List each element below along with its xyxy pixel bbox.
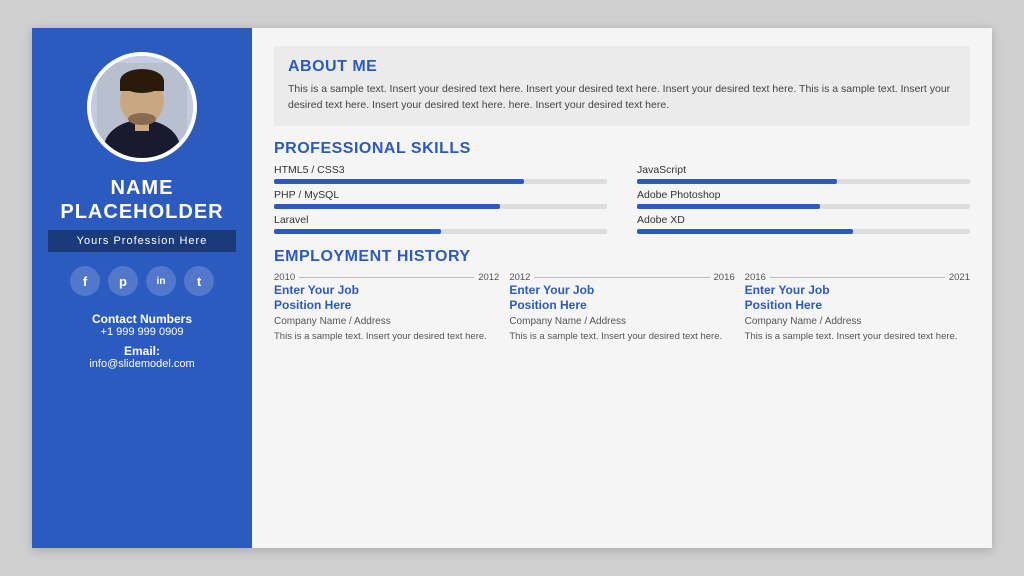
- emp-line: [299, 277, 474, 278]
- skill-item: HTML5 / CSS3: [274, 164, 607, 184]
- resume-wrapper: NAME PLACEHOLDER Yours Profession Here f…: [32, 28, 992, 548]
- about-title: ABOUT ME: [288, 58, 956, 76]
- pinterest-icon[interactable]: p: [108, 266, 138, 296]
- skill-bar-fill: [637, 179, 837, 184]
- skills-grid: HTML5 / CSS3 JavaScript PHP / MySQL Adob…: [274, 164, 970, 234]
- avatar: [87, 52, 197, 162]
- skill-bar-fill: [637, 204, 820, 209]
- facebook-icon[interactable]: f: [70, 266, 100, 296]
- about-text: This is a sample text. Insert your desir…: [288, 82, 956, 114]
- emp-desc: This is a sample text. Insert your desir…: [745, 330, 970, 343]
- contact-label: Contact Numbers: [92, 312, 192, 326]
- about-section: ABOUT ME This is a sample text. Insert y…: [274, 46, 970, 126]
- emp-title: Enter Your JobPosition Here: [274, 283, 499, 314]
- emp-date-end: 2021: [949, 272, 970, 283]
- skill-label: HTML5 / CSS3: [274, 164, 607, 176]
- emp-company: Company Name / Address: [274, 316, 499, 327]
- skill-item: PHP / MySQL: [274, 189, 607, 209]
- skill-bar-fill: [274, 204, 500, 209]
- skill-label: Adobe Photoshop: [637, 189, 970, 201]
- employment-title: EMPLOYMENT HISTORY: [274, 248, 970, 266]
- skills-section: PROFESSIONAL SKILLS HTML5 / CSS3 JavaScr…: [274, 140, 970, 234]
- linkedin-icon[interactable]: in: [146, 266, 176, 296]
- skill-label: JavaScript: [637, 164, 970, 176]
- contact-phone: +1 999 999 0909: [101, 326, 184, 338]
- emp-title: Enter Your JobPosition Here: [745, 283, 970, 314]
- skill-bar-bg: [637, 179, 970, 184]
- employment-col: 2010 2012 Enter Your JobPosition Here Co…: [274, 272, 499, 343]
- emp-dates: 2016 2021: [745, 272, 970, 283]
- emp-line: [534, 277, 709, 278]
- emp-date-start: 2016: [745, 272, 766, 283]
- employment-section: EMPLOYMENT HISTORY 2010 2012 Enter Your …: [274, 248, 970, 343]
- emp-company: Company Name / Address: [745, 316, 970, 327]
- social-icons: f p in t: [70, 266, 214, 296]
- emp-dates: 2012 2016: [509, 272, 734, 283]
- skill-label: Laravel: [274, 214, 607, 226]
- emp-date-start: 2012: [509, 272, 530, 283]
- profession-bar: Yours Profession Here: [48, 230, 236, 252]
- twitter-icon[interactable]: t: [184, 266, 214, 296]
- skill-item: JavaScript: [637, 164, 970, 184]
- skill-item: Laravel: [274, 214, 607, 234]
- skill-item: Adobe XD: [637, 214, 970, 234]
- contact-section: Contact Numbers +1 999 999 0909 Email: i…: [89, 312, 194, 376]
- emp-dates: 2010 2012: [274, 272, 499, 283]
- emp-title: Enter Your JobPosition Here: [509, 283, 734, 314]
- email-label: Email:: [124, 344, 160, 358]
- skill-bar-bg: [637, 229, 970, 234]
- emp-company: Company Name / Address: [509, 316, 734, 327]
- skill-bar-bg: [637, 204, 970, 209]
- skill-label: Adobe XD: [637, 214, 970, 226]
- sidebar: NAME PLACEHOLDER Yours Profession Here f…: [32, 28, 252, 548]
- profile-name: NAME PLACEHOLDER: [60, 176, 223, 224]
- email-value: info@slidemodel.com: [89, 358, 194, 370]
- emp-desc: This is a sample text. Insert your desir…: [509, 330, 734, 343]
- emp-date-end: 2016: [714, 272, 735, 283]
- skill-bar-bg: [274, 204, 607, 209]
- skill-bar-bg: [274, 179, 607, 184]
- main-content: ABOUT ME This is a sample text. Insert y…: [252, 28, 992, 548]
- emp-date-end: 2012: [478, 272, 499, 283]
- employment-grid: 2010 2012 Enter Your JobPosition Here Co…: [274, 272, 970, 343]
- skill-bar-fill: [274, 229, 441, 234]
- employment-col: 2012 2016 Enter Your JobPosition Here Co…: [509, 272, 734, 343]
- skill-item: Adobe Photoshop: [637, 189, 970, 209]
- skills-title: PROFESSIONAL SKILLS: [274, 140, 970, 158]
- emp-line: [770, 277, 945, 278]
- emp-date-start: 2010: [274, 272, 295, 283]
- skill-bar-bg: [274, 229, 607, 234]
- skill-label: PHP / MySQL: [274, 189, 607, 201]
- skill-bar-fill: [274, 179, 524, 184]
- employment-col: 2016 2021 Enter Your JobPosition Here Co…: [745, 272, 970, 343]
- skill-bar-fill: [637, 229, 853, 234]
- emp-desc: This is a sample text. Insert your desir…: [274, 330, 499, 343]
